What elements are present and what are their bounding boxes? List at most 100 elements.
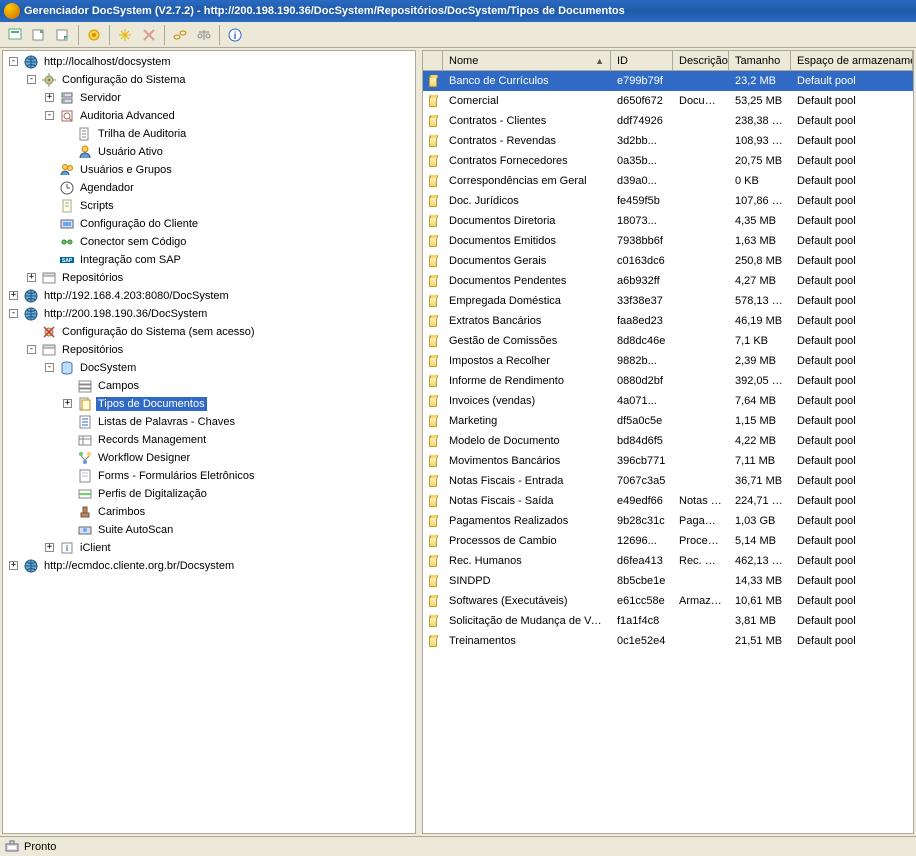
list-body[interactable]: Banco de Currículose799b79f23,2 MBDefaul… — [423, 71, 913, 833]
header-icon[interactable] — [423, 51, 443, 70]
tree-item[interactable]: -Auditoria Advanced — [5, 107, 413, 125]
cell-tamanho: 1,03 GB — [729, 514, 791, 528]
tree-expander-icon[interactable]: + — [9, 291, 18, 300]
table-row[interactable]: Invoices (vendas)4a071...7,64 MBDefault … — [423, 391, 913, 411]
table-row[interactable]: Documentos Pendentesa6b932ff4,27 MBDefau… — [423, 271, 913, 291]
table-row[interactable]: Doc. Jurídicosfe459f5b107,86 KBDefault p… — [423, 191, 913, 211]
cell-tamanho: 3,81 MB — [729, 614, 791, 628]
tree-expander-icon[interactable]: + — [27, 273, 36, 282]
cell-espaco: Default pool — [791, 254, 913, 268]
tree-item[interactable]: +http://192.168.4.203:8080/DocSystem — [5, 287, 413, 305]
header-nome[interactable]: Nome ▲ — [443, 51, 611, 70]
table-row[interactable]: Extratos Bancáriosfaa8ed2346,19 MBDefaul… — [423, 311, 913, 331]
table-row[interactable]: Marketingdf5a0c5e1,15 MBDefault pool — [423, 411, 913, 431]
toolbar-btn-balance[interactable] — [193, 24, 215, 46]
toolbar-btn-1[interactable] — [4, 24, 26, 46]
table-row[interactable]: Documentos Geraisc0163dc6250,8 MBDefault… — [423, 251, 913, 271]
tree-item[interactable]: Scripts — [5, 197, 413, 215]
tree-item[interactable]: Usuário Ativo — [5, 143, 413, 161]
tree-item[interactable]: Usuários e Grupos — [5, 161, 413, 179]
tree-item[interactable]: +Servidor — [5, 89, 413, 107]
table-row[interactable]: Solicitação de Mudança de VARf1a1f4c83,8… — [423, 611, 913, 631]
tree-item[interactable]: -Repositórios — [5, 341, 413, 359]
toolbar-btn-4[interactable] — [83, 24, 105, 46]
folder-icon — [423, 275, 443, 288]
table-row[interactable]: Notas Fiscais - Entrada7067c3a536,71 MBD… — [423, 471, 913, 491]
tree-item[interactable]: Records Management — [5, 431, 413, 449]
header-descricao[interactable]: Descrição — [673, 51, 729, 70]
cell-nome: Contratos - Revendas — [443, 134, 611, 148]
tree-expander-icon[interactable]: + — [9, 561, 18, 570]
tree-item[interactable]: SAPIntegração com SAP — [5, 251, 413, 269]
table-row[interactable]: SINDPD8b5cbe1e14,33 MBDefault pool — [423, 571, 913, 591]
toolbar-btn-new[interactable] — [114, 24, 136, 46]
tree-item[interactable]: -DocSystem — [5, 359, 413, 377]
tree-item[interactable]: Agendador — [5, 179, 413, 197]
tree-item[interactable]: Perfis de Digitalização — [5, 485, 413, 503]
titlebar: Gerenciador DocSystem (V2.7.2) - http://… — [0, 0, 916, 22]
tree-panel[interactable]: -http://localhost/docsystem-Configuração… — [2, 50, 416, 834]
header-tamanho[interactable]: Tamanho — [729, 51, 791, 70]
tree-item[interactable]: +http://ecmdoc.cliente.org.br/Docsystem — [5, 557, 413, 575]
tree-expander-icon[interactable]: - — [27, 345, 36, 354]
cell-espaco: Default pool — [791, 514, 913, 528]
tree-item[interactable]: Forms - Formulários Eletrônicos — [5, 467, 413, 485]
tree-item[interactable]: -Configuração do Sistema — [5, 71, 413, 89]
cell-id: 9b28c31c — [611, 514, 673, 528]
folder-icon — [423, 215, 443, 228]
table-row[interactable]: Documentos Diretoria18073...4,35 MBDefau… — [423, 211, 913, 231]
toolbar-btn-link[interactable] — [169, 24, 191, 46]
statusbar: Pronto — [0, 836, 916, 856]
header-id[interactable]: ID — [611, 51, 673, 70]
table-row[interactable]: Empregada Doméstica33f38e37578,13 KBDefa… — [423, 291, 913, 311]
toolbar-btn-info[interactable]: i — [224, 24, 246, 46]
table-row[interactable]: Correspondências em Gerald39a0...0 KBDef… — [423, 171, 913, 191]
tree-item[interactable]: Conector sem Código — [5, 233, 413, 251]
tree-expander-icon[interactable]: + — [45, 543, 54, 552]
tree-item[interactable]: +iiClient — [5, 539, 413, 557]
tree-expander-icon[interactable]: - — [45, 363, 54, 372]
table-row[interactable]: Gestão de Comissões8d8dc46e7,1 KBDefault… — [423, 331, 913, 351]
table-row[interactable]: Informe de Rendimento0880d2bf392,05 KBDe… — [423, 371, 913, 391]
tree-item[interactable]: Configuração do Sistema (sem acesso) — [5, 323, 413, 341]
table-row[interactable]: Banco de Currículose799b79f23,2 MBDefaul… — [423, 71, 913, 91]
tree-expander-icon[interactable]: + — [45, 93, 54, 102]
table-row[interactable]: Contratos Fornecedores0a35b...20,75 MBDe… — [423, 151, 913, 171]
tree-expander-icon[interactable]: - — [45, 111, 54, 120]
cell-espaco: Default pool — [791, 194, 913, 208]
table-row[interactable]: Treinamentos0c1e52e421,51 MBDefault pool — [423, 631, 913, 651]
tree-item[interactable]: -http://localhost/docsystem — [5, 53, 413, 71]
cell-espaco: Default pool — [791, 154, 913, 168]
table-row[interactable]: Notas Fiscais - Saídae49edf66Notas Fi...… — [423, 491, 913, 511]
table-row[interactable]: Documentos Emitidos7938bb6f1,63 MBDefaul… — [423, 231, 913, 251]
tree-item[interactable]: Campos — [5, 377, 413, 395]
tree-expander-icon[interactable]: - — [9, 57, 18, 66]
tree-item[interactable]: Listas de Palavras - Chaves — [5, 413, 413, 431]
table-row[interactable]: Impostos a Recolher9882b...2,39 MBDefaul… — [423, 351, 913, 371]
tree-expander-icon[interactable]: - — [9, 309, 18, 318]
tree-item[interactable]: Trilha de Auditoria — [5, 125, 413, 143]
table-row[interactable]: Contratos - Revendas3d2bb...108,93 MBDef… — [423, 131, 913, 151]
table-row[interactable]: Modelo de Documentobd84d6f54,22 MBDefaul… — [423, 431, 913, 451]
table-row[interactable]: Processos de Cambio12696...Process...5,1… — [423, 531, 913, 551]
header-espaco[interactable]: Espaço de armazenamento — [791, 51, 913, 70]
tree-item[interactable]: Workflow Designer — [5, 449, 413, 467]
tree-expander-icon[interactable]: + — [63, 399, 72, 408]
tree-item[interactable]: +Repositórios — [5, 269, 413, 287]
tree-expander-icon[interactable]: - — [27, 75, 36, 84]
table-row[interactable]: Comerciald650f672Docume...53,25 MBDefaul… — [423, 91, 913, 111]
table-row[interactable]: Movimentos Bancários396cb7717,11 MBDefau… — [423, 451, 913, 471]
table-row[interactable]: Rec. Humanosd6fea413Rec. Hu...462,13 MBD… — [423, 551, 913, 571]
tree-item[interactable]: Carimbos — [5, 503, 413, 521]
tree-item[interactable]: -http://200.198.190.36/DocSystem — [5, 305, 413, 323]
table-row[interactable]: Contratos - Clientesddf74926238,38 MBDef… — [423, 111, 913, 131]
tree-item[interactable]: Configuração do Cliente — [5, 215, 413, 233]
table-row[interactable]: Softwares (Executáveis)e61cc58eArmaze...… — [423, 591, 913, 611]
tree-item[interactable]: Suite AutoScan — [5, 521, 413, 539]
toolbar-btn-2[interactable] — [28, 24, 50, 46]
table-row[interactable]: Pagamentos Realizados9b28c31cPagame...1,… — [423, 511, 913, 531]
tree-root: -http://localhost/docsystem-Configuração… — [3, 51, 415, 577]
cell-desc — [673, 420, 729, 422]
toolbar-btn-3[interactable] — [52, 24, 74, 46]
tree-item[interactable]: +Tipos de Documentos — [5, 395, 413, 413]
